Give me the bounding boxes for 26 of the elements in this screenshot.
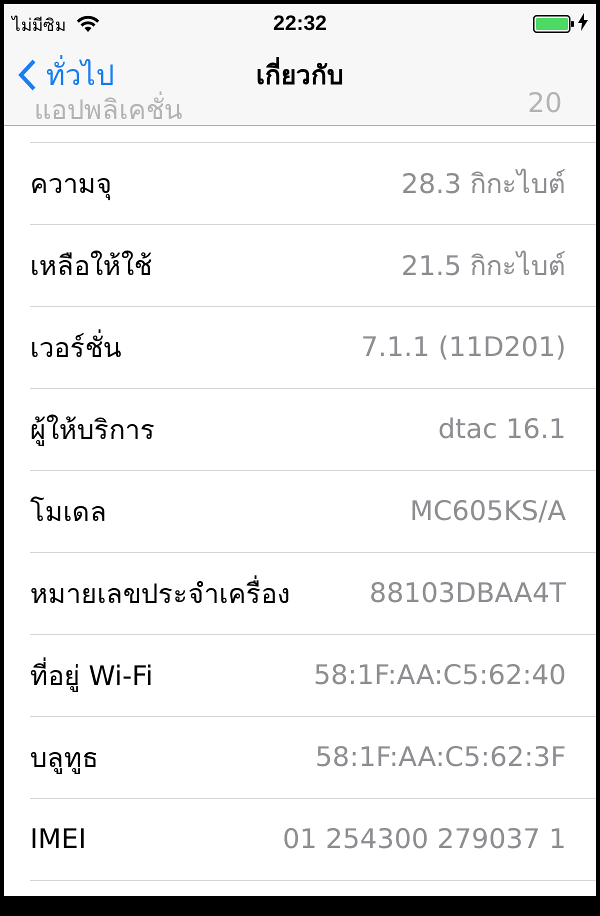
row-value: 28.3 กิกะไบต์	[401, 168, 566, 202]
row-value: 58:1F:AA:C5:62:40	[314, 660, 566, 691]
row-value: 20	[528, 88, 562, 121]
row-value: 88103DBAA4T	[369, 578, 566, 609]
row-label: เวอร์ชั่น	[30, 326, 121, 369]
wifi-icon	[76, 15, 100, 33]
row-label: บลูทูธ	[30, 742, 98, 776]
clock-time: 22:32	[273, 12, 327, 36]
row-label: ที่อยู่ Wi-Fi	[30, 654, 153, 697]
page-title: เกี่ยวกับ	[256, 54, 344, 105]
row-value: MC605KS/A	[410, 496, 566, 527]
row-value: 58:1F:AA:C5:62:3F	[315, 742, 566, 773]
carrier-label: ไม่มีซิม	[12, 14, 66, 36]
row-value: 01 254300 279037 1	[282, 824, 566, 855]
row-label: IMEI	[30, 824, 86, 855]
row-label: โมเดล	[30, 496, 107, 530]
row-value: 21.5 กิกะไบต์	[401, 250, 566, 284]
back-chevron-icon	[18, 58, 36, 90]
row-value: 7.1.1 (11D201)	[360, 332, 566, 363]
row-label: หมายเลขประจำเครื่อง	[30, 572, 290, 615]
battery-icon	[533, 15, 575, 33]
row-label: ความจุ	[30, 168, 112, 202]
row-label: ผู้ให้บริการ	[30, 414, 155, 448]
row-value: dtac 16.1	[438, 414, 566, 445]
row-label: เหลือให้ใช้	[30, 250, 152, 284]
row-label: แอปพลิเคชั่น	[34, 88, 182, 131]
